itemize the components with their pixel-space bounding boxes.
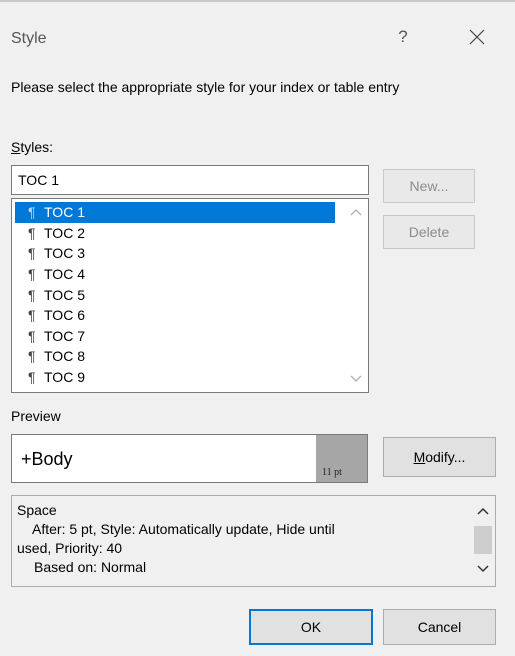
modify-label: odify... bbox=[425, 449, 466, 465]
preview-text: +Body bbox=[21, 449, 73, 469]
new-button[interactable]: New... bbox=[383, 169, 475, 203]
paragraph-style-icon: ¶ bbox=[28, 307, 36, 324]
list-item-label: TOC 2 bbox=[44, 224, 85, 241]
styles-list-items: ¶ TOC 1 ¶ TOC 2 ¶ TOC 3 ¶ TOC 4 ¶ TOC 5 ¶ TOC 6 ¶ TOC… bbox=[15, 202, 335, 387]
styles-label-access-key: S bbox=[11, 139, 21, 155]
paragraph-style-icon: ¶ bbox=[28, 204, 36, 221]
preview-box: +Body 11 pt bbox=[11, 434, 368, 483]
list-item-label: TOC 5 bbox=[44, 286, 85, 303]
list-item[interactable]: ¶ TOC 7 bbox=[15, 326, 335, 347]
description-line: After: 5 pt, Style: Automatically update… bbox=[32, 521, 335, 537]
style-description-text: Space After: 5 pt, Style: Automatically … bbox=[17, 501, 472, 577]
list-item-label: TOC 4 bbox=[44, 266, 85, 283]
style-description: Space After: 5 pt, Style: Automatically … bbox=[11, 495, 496, 587]
scroll-thumb[interactable] bbox=[474, 526, 492, 554]
scroll-up-icon[interactable] bbox=[346, 203, 366, 221]
paragraph-style-icon: ¶ bbox=[28, 245, 36, 262]
list-item[interactable]: ¶ TOC 6 bbox=[15, 305, 335, 326]
preview-label: Preview bbox=[11, 408, 61, 424]
list-item-label: TOC 8 bbox=[44, 348, 85, 365]
list-item[interactable]: ¶ TOC 5 bbox=[15, 284, 335, 305]
scroll-down-icon[interactable] bbox=[346, 370, 366, 388]
list-item-label: TOC 6 bbox=[44, 307, 85, 324]
list-item-label: TOC 7 bbox=[44, 327, 85, 344]
scroll-down-icon[interactable] bbox=[473, 560, 493, 578]
list-item[interactable]: ¶ TOC 2 bbox=[15, 223, 335, 244]
paragraph-style-icon: ¶ bbox=[28, 348, 36, 365]
ok-button[interactable]: OK bbox=[249, 609, 373, 645]
modify-access-key: M bbox=[413, 449, 426, 465]
description-scrollbar[interactable] bbox=[471, 496, 495, 586]
styles-list[interactable]: ¶ TOC 1 ¶ TOC 2 ¶ TOC 3 ¶ TOC 4 ¶ TOC 5 ¶ TOC 6 ¶ TOC… bbox=[11, 198, 369, 393]
list-item[interactable]: ¶ TOC 3 bbox=[15, 243, 335, 264]
list-item[interactable]: ¶ TOC 1 bbox=[15, 202, 335, 223]
list-item[interactable]: ¶ TOC 9 bbox=[15, 367, 335, 388]
styles-label-text: tyles: bbox=[20, 139, 54, 155]
dialog-title: Style bbox=[11, 30, 47, 47]
style-dialog: Style ? Please select the appropriate st… bbox=[0, 0, 515, 656]
list-item[interactable]: ¶ TOC 8 bbox=[15, 346, 335, 367]
list-item-label: TOC 1 bbox=[44, 204, 85, 221]
title-bar: Style ? bbox=[0, 2, 515, 50]
style-name-input[interactable] bbox=[11, 165, 369, 195]
list-item[interactable]: ¶ TOC 4 bbox=[15, 264, 335, 285]
close-icon[interactable] bbox=[463, 22, 491, 50]
description-line: Based on: Normal bbox=[34, 559, 147, 575]
scroll-up-icon[interactable] bbox=[473, 502, 493, 520]
styles-label: Styles: bbox=[11, 138, 53, 156]
description-line: Space bbox=[17, 502, 57, 518]
preview-font-size: 11 pt bbox=[316, 435, 367, 482]
paragraph-style-icon: ¶ bbox=[28, 327, 36, 344]
modify-button[interactable]: Modify... bbox=[383, 437, 496, 477]
instruction-text: Please select the appropriate style for … bbox=[11, 79, 400, 95]
list-item-label: TOC 9 bbox=[44, 369, 85, 386]
delete-button[interactable]: Delete bbox=[383, 215, 475, 249]
paragraph-style-icon: ¶ bbox=[28, 369, 36, 386]
paragraph-style-icon: ¶ bbox=[28, 224, 36, 241]
cancel-button[interactable]: Cancel bbox=[383, 609, 496, 645]
help-button[interactable]: ? bbox=[392, 24, 414, 50]
list-item-label: TOC 3 bbox=[44, 245, 85, 262]
paragraph-style-icon: ¶ bbox=[28, 266, 36, 283]
description-line: used, Priority: 40 bbox=[17, 540, 123, 556]
paragraph-style-icon: ¶ bbox=[28, 286, 36, 303]
styles-list-scrollbar[interactable] bbox=[346, 201, 366, 390]
